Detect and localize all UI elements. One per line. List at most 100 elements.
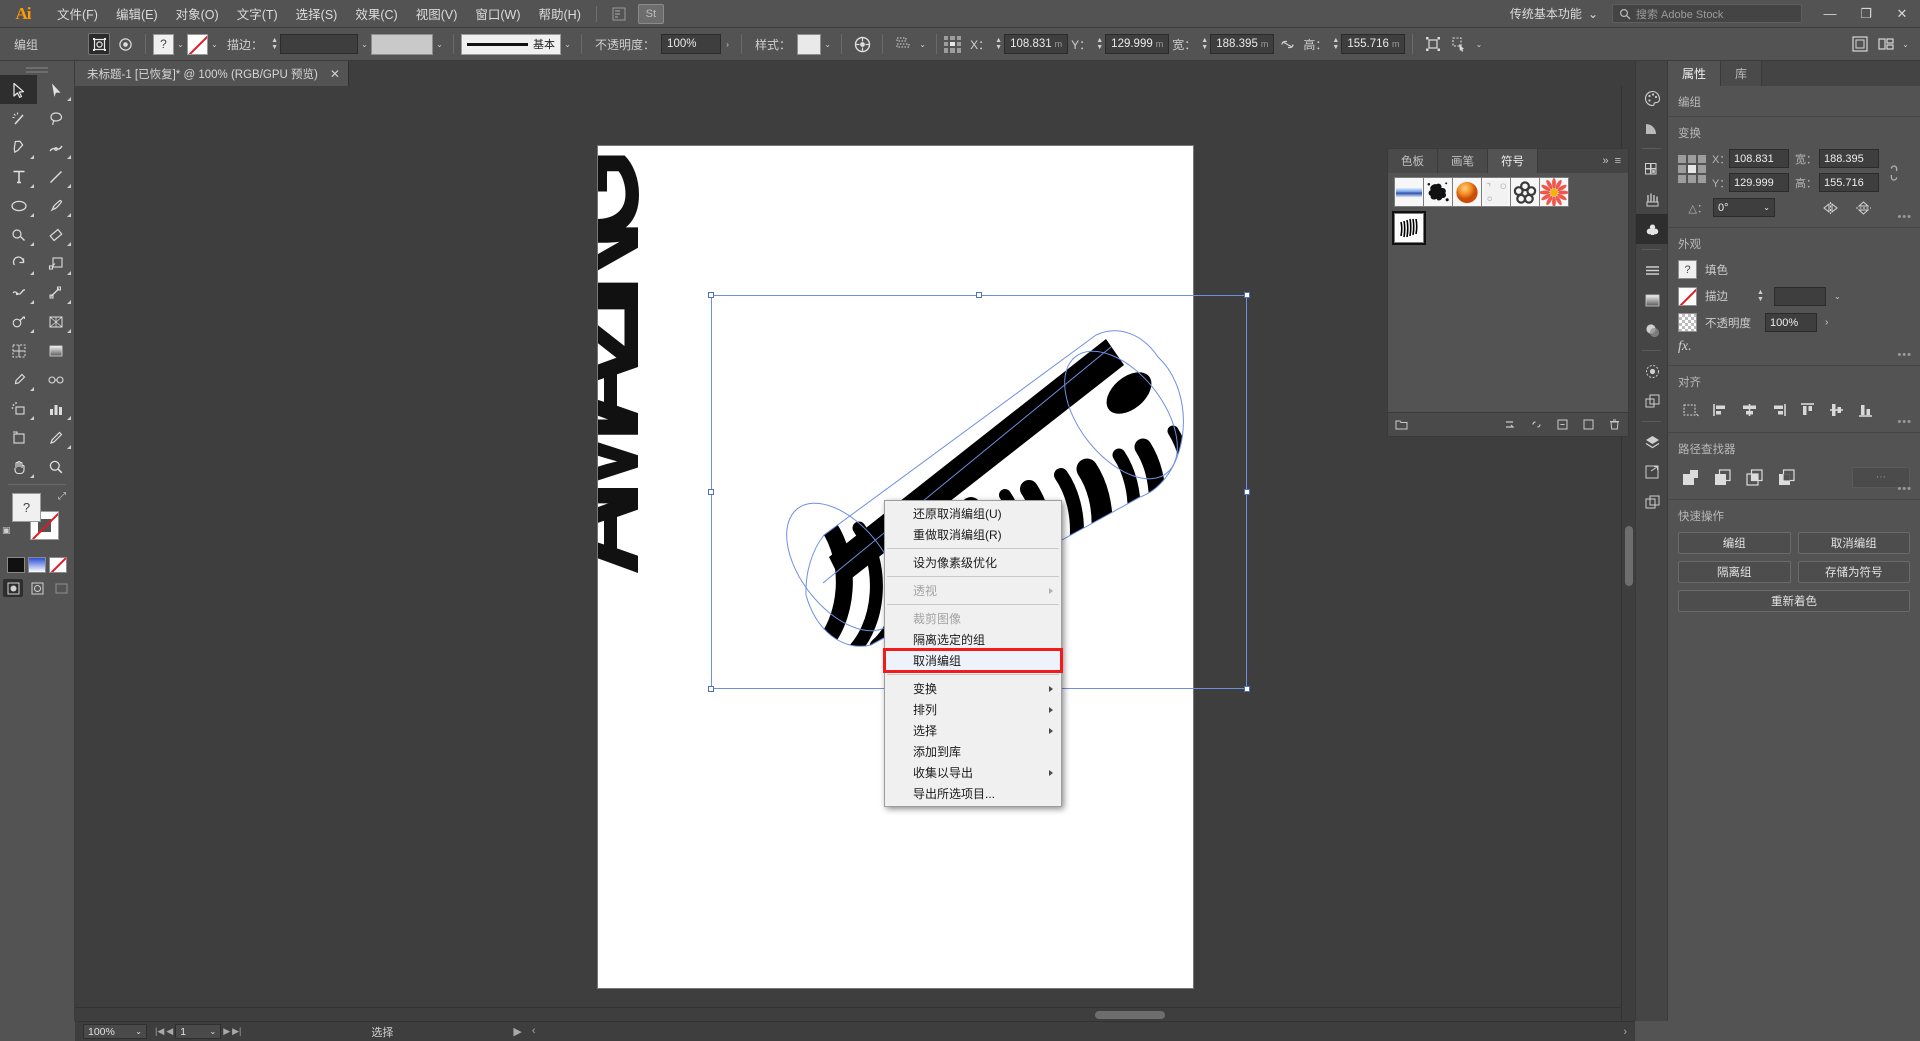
rotate-tool[interactable] [0, 249, 37, 278]
y-field[interactable]: 129.999m [1105, 34, 1169, 54]
ctx-ungroup[interactable]: 取消编组 [885, 650, 1061, 671]
symbols-panel-body[interactable] [1388, 173, 1628, 413]
ctx-make-pixel-perfect[interactable]: 设为像素级优化 [885, 552, 1061, 573]
quick-action-group-button[interactable]: 编组 [1678, 532, 1791, 554]
zoom-tool[interactable] [37, 452, 74, 481]
quick-action-save-as-symbol-button[interactable]: 存储为符号 [1798, 561, 1911, 583]
stroke-width-chevron-down-icon[interactable]: ⌄ [433, 34, 446, 54]
ctx-transform[interactable]: 变换 [885, 678, 1061, 699]
pathfinder-icon[interactable] [1636, 386, 1669, 416]
ctx-arrange[interactable]: 排列 [885, 699, 1061, 720]
eraser-tool[interactable] [37, 220, 74, 249]
symbol-amazing-artwork[interactable] [1394, 213, 1424, 243]
x-stepper[interactable]: ▲▼ [993, 34, 1004, 54]
stroke-panel-icon[interactable] [1636, 255, 1669, 285]
menu-type[interactable]: 文字(T) [228, 0, 287, 28]
menu-edit[interactable]: 编辑(E) [107, 0, 167, 28]
appearance-fx-button[interactable]: fx. [1678, 339, 1910, 355]
swatches-icon[interactable] [1636, 154, 1669, 184]
symbol-red-flower[interactable] [1539, 177, 1569, 207]
align-bottom-icon[interactable] [1852, 398, 1878, 422]
first-artboard-icon[interactable]: |◀ [155, 1026, 164, 1037]
tab-symbols[interactable]: 符号 [1488, 149, 1538, 173]
stroke-color-swatch[interactable] [187, 34, 208, 55]
width-stepper[interactable]: ▲▼ [1199, 34, 1210, 54]
tab-swatches[interactable]: 色板 [1388, 149, 1438, 173]
drawing-mode-behind-icon[interactable] [27, 579, 47, 597]
ctx-undo-ungroup[interactable]: 还原取消编组(U) [885, 503, 1061, 524]
fill-chevron-down-icon[interactable]: ⌄ [174, 34, 187, 54]
align-more-options[interactable]: ••• [1897, 416, 1912, 428]
align-top-icon[interactable] [1794, 398, 1820, 422]
selection-handle-mr[interactable] [1244, 489, 1250, 495]
transform-more-options[interactable]: ••• [1897, 211, 1912, 223]
appearance-fill-swatch[interactable]: ? [1678, 260, 1697, 279]
transform-angle-field[interactable]: 0°⌄ [1713, 198, 1775, 217]
symbol-sprayer-tool[interactable] [0, 394, 37, 423]
brushes-icon[interactable] [1636, 184, 1669, 214]
layers-icon[interactable] [1636, 427, 1669, 457]
transparency-icon[interactable] [1636, 315, 1669, 345]
blend-tool[interactable] [37, 365, 74, 394]
color-mode-none[interactable] [49, 557, 67, 573]
reference-point-selector[interactable] [944, 36, 961, 53]
column-graph-tool[interactable] [37, 394, 74, 423]
menu-object[interactable]: 对象(O) [167, 0, 228, 28]
window-close-button[interactable]: ✕ [1884, 0, 1920, 28]
tools-panel-grip[interactable] [0, 61, 74, 75]
appearance-opacity-field[interactable]: 100% [1765, 313, 1817, 332]
stroke-profile-select[interactable]: 基本 [461, 34, 561, 55]
menu-window[interactable]: 窗口(W) [466, 0, 529, 28]
opacity-field[interactable]: 100% [661, 34, 721, 54]
stroke-weight-stepper[interactable]: ▲▼ [269, 34, 280, 54]
menu-view[interactable]: 视图(V) [407, 0, 467, 28]
window-restore-button[interactable]: ❐ [1848, 0, 1884, 28]
stroke-variable-width-field[interactable] [371, 34, 433, 55]
magic-wand-tool[interactable] [0, 104, 37, 133]
eyedropper-tool[interactable] [0, 365, 37, 394]
document-tab[interactable]: 未标题-1 [已恢复]* @ 100% (RGB/GPU 预览) ✕ [75, 61, 349, 86]
artboards-icon[interactable] [1636, 457, 1669, 487]
tab-brushes[interactable]: 画笔 [1438, 149, 1488, 173]
color-mode-color[interactable] [7, 557, 25, 573]
fill-color-box[interactable]: ? [12, 493, 41, 522]
align-left-icon[interactable] [1707, 398, 1733, 422]
appearance-icon[interactable] [1636, 356, 1669, 386]
symbol-gradient-bar[interactable] [1394, 177, 1424, 207]
window-minimize-button[interactable]: — [1812, 0, 1848, 28]
mesh-tool[interactable] [0, 336, 37, 365]
stock-search-input[interactable]: 搜索 Adobe Stock [1612, 4, 1802, 23]
pathfinder-more-options[interactable]: ••• [1897, 483, 1912, 495]
paintbrush-tool[interactable] [37, 191, 74, 220]
height-stepper[interactable]: ▲▼ [1330, 34, 1341, 54]
status-text[interactable]: 选择 [371, 1024, 393, 1040]
pathfinder-intersect-icon[interactable] [1742, 465, 1766, 489]
screen-mode-icon[interactable] [51, 579, 71, 597]
stroke-weight-field[interactable] [280, 34, 358, 54]
color-guide-icon[interactable] [1636, 113, 1669, 143]
stroke-profile-chevron-down-icon[interactable]: ⌄ [561, 34, 574, 54]
curvature-tool[interactable] [37, 133, 74, 162]
tab-libraries[interactable]: 库 [1721, 61, 1762, 86]
status-next-icon[interactable]: ▶ [513, 1025, 521, 1038]
ctx-collect-for-export[interactable]: 收集以导出 [885, 762, 1061, 783]
menu-help[interactable]: 帮助(H) [530, 0, 590, 28]
perspective-grid-tool[interactable] [37, 307, 74, 336]
arrange-documents-icon[interactable] [1875, 33, 1897, 55]
panel-menu-icon[interactable]: ≡ [1615, 155, 1621, 167]
vertical-scroll-thumb[interactable] [1625, 526, 1633, 586]
symbols-icon[interactable] [1636, 214, 1669, 244]
slice-tool[interactable] [37, 423, 74, 452]
pathfinder-exclude-icon[interactable] [1774, 465, 1798, 489]
appearance-stroke-stepper[interactable]: ▲▼ [1755, 286, 1766, 306]
flip-horizontal-icon[interactable] [1822, 201, 1839, 215]
symbol-options-icon[interactable] [1556, 418, 1569, 431]
selection-tool[interactable] [0, 75, 37, 104]
transform-x-field[interactable]: 108.831 [1729, 149, 1789, 168]
color-panel-icon[interactable] [1636, 83, 1669, 113]
ctx-isolate-selected-group[interactable]: 隔离选定的组 [885, 629, 1061, 650]
appearance-opacity-icon[interactable] [1678, 313, 1697, 332]
status-expand-icon[interactable]: ‹ [532, 1025, 536, 1038]
selection-handle-bl[interactable] [708, 686, 714, 692]
edit-contents-icon[interactable] [114, 33, 136, 55]
